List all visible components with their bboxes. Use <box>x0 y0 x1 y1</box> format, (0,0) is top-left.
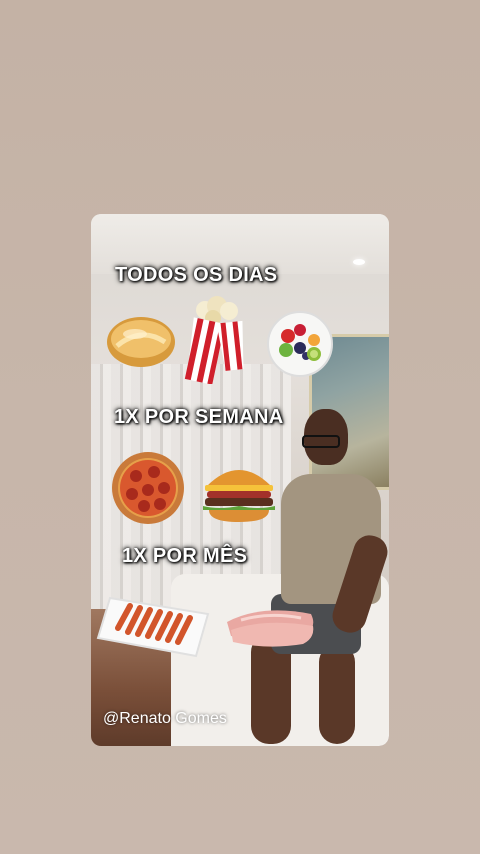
pizza-icon <box>112 452 184 524</box>
caption-monthly: 1X POR MÊS <box>122 545 248 567</box>
story-card: TODOS OS DIAS 1X POR SEMANA 1X POR MÊS @… <box>91 214 389 746</box>
glasses <box>302 435 340 448</box>
ham-slices-icon <box>227 610 314 647</box>
popcorn-icon <box>184 296 244 384</box>
caption-weekly: 1X POR SEMANA <box>114 406 284 428</box>
watermark-handle: @Renato Gomes <box>103 710 227 727</box>
man-leg <box>319 644 355 744</box>
bread-roll-icon <box>107 317 175 367</box>
ceiling-light <box>353 259 365 265</box>
hamburger-icon <box>203 470 275 522</box>
sausage-tray-icon <box>96 596 210 658</box>
fruit-salad-icon <box>267 311 333 377</box>
caption-daily: TODOS OS DIAS <box>115 264 278 286</box>
